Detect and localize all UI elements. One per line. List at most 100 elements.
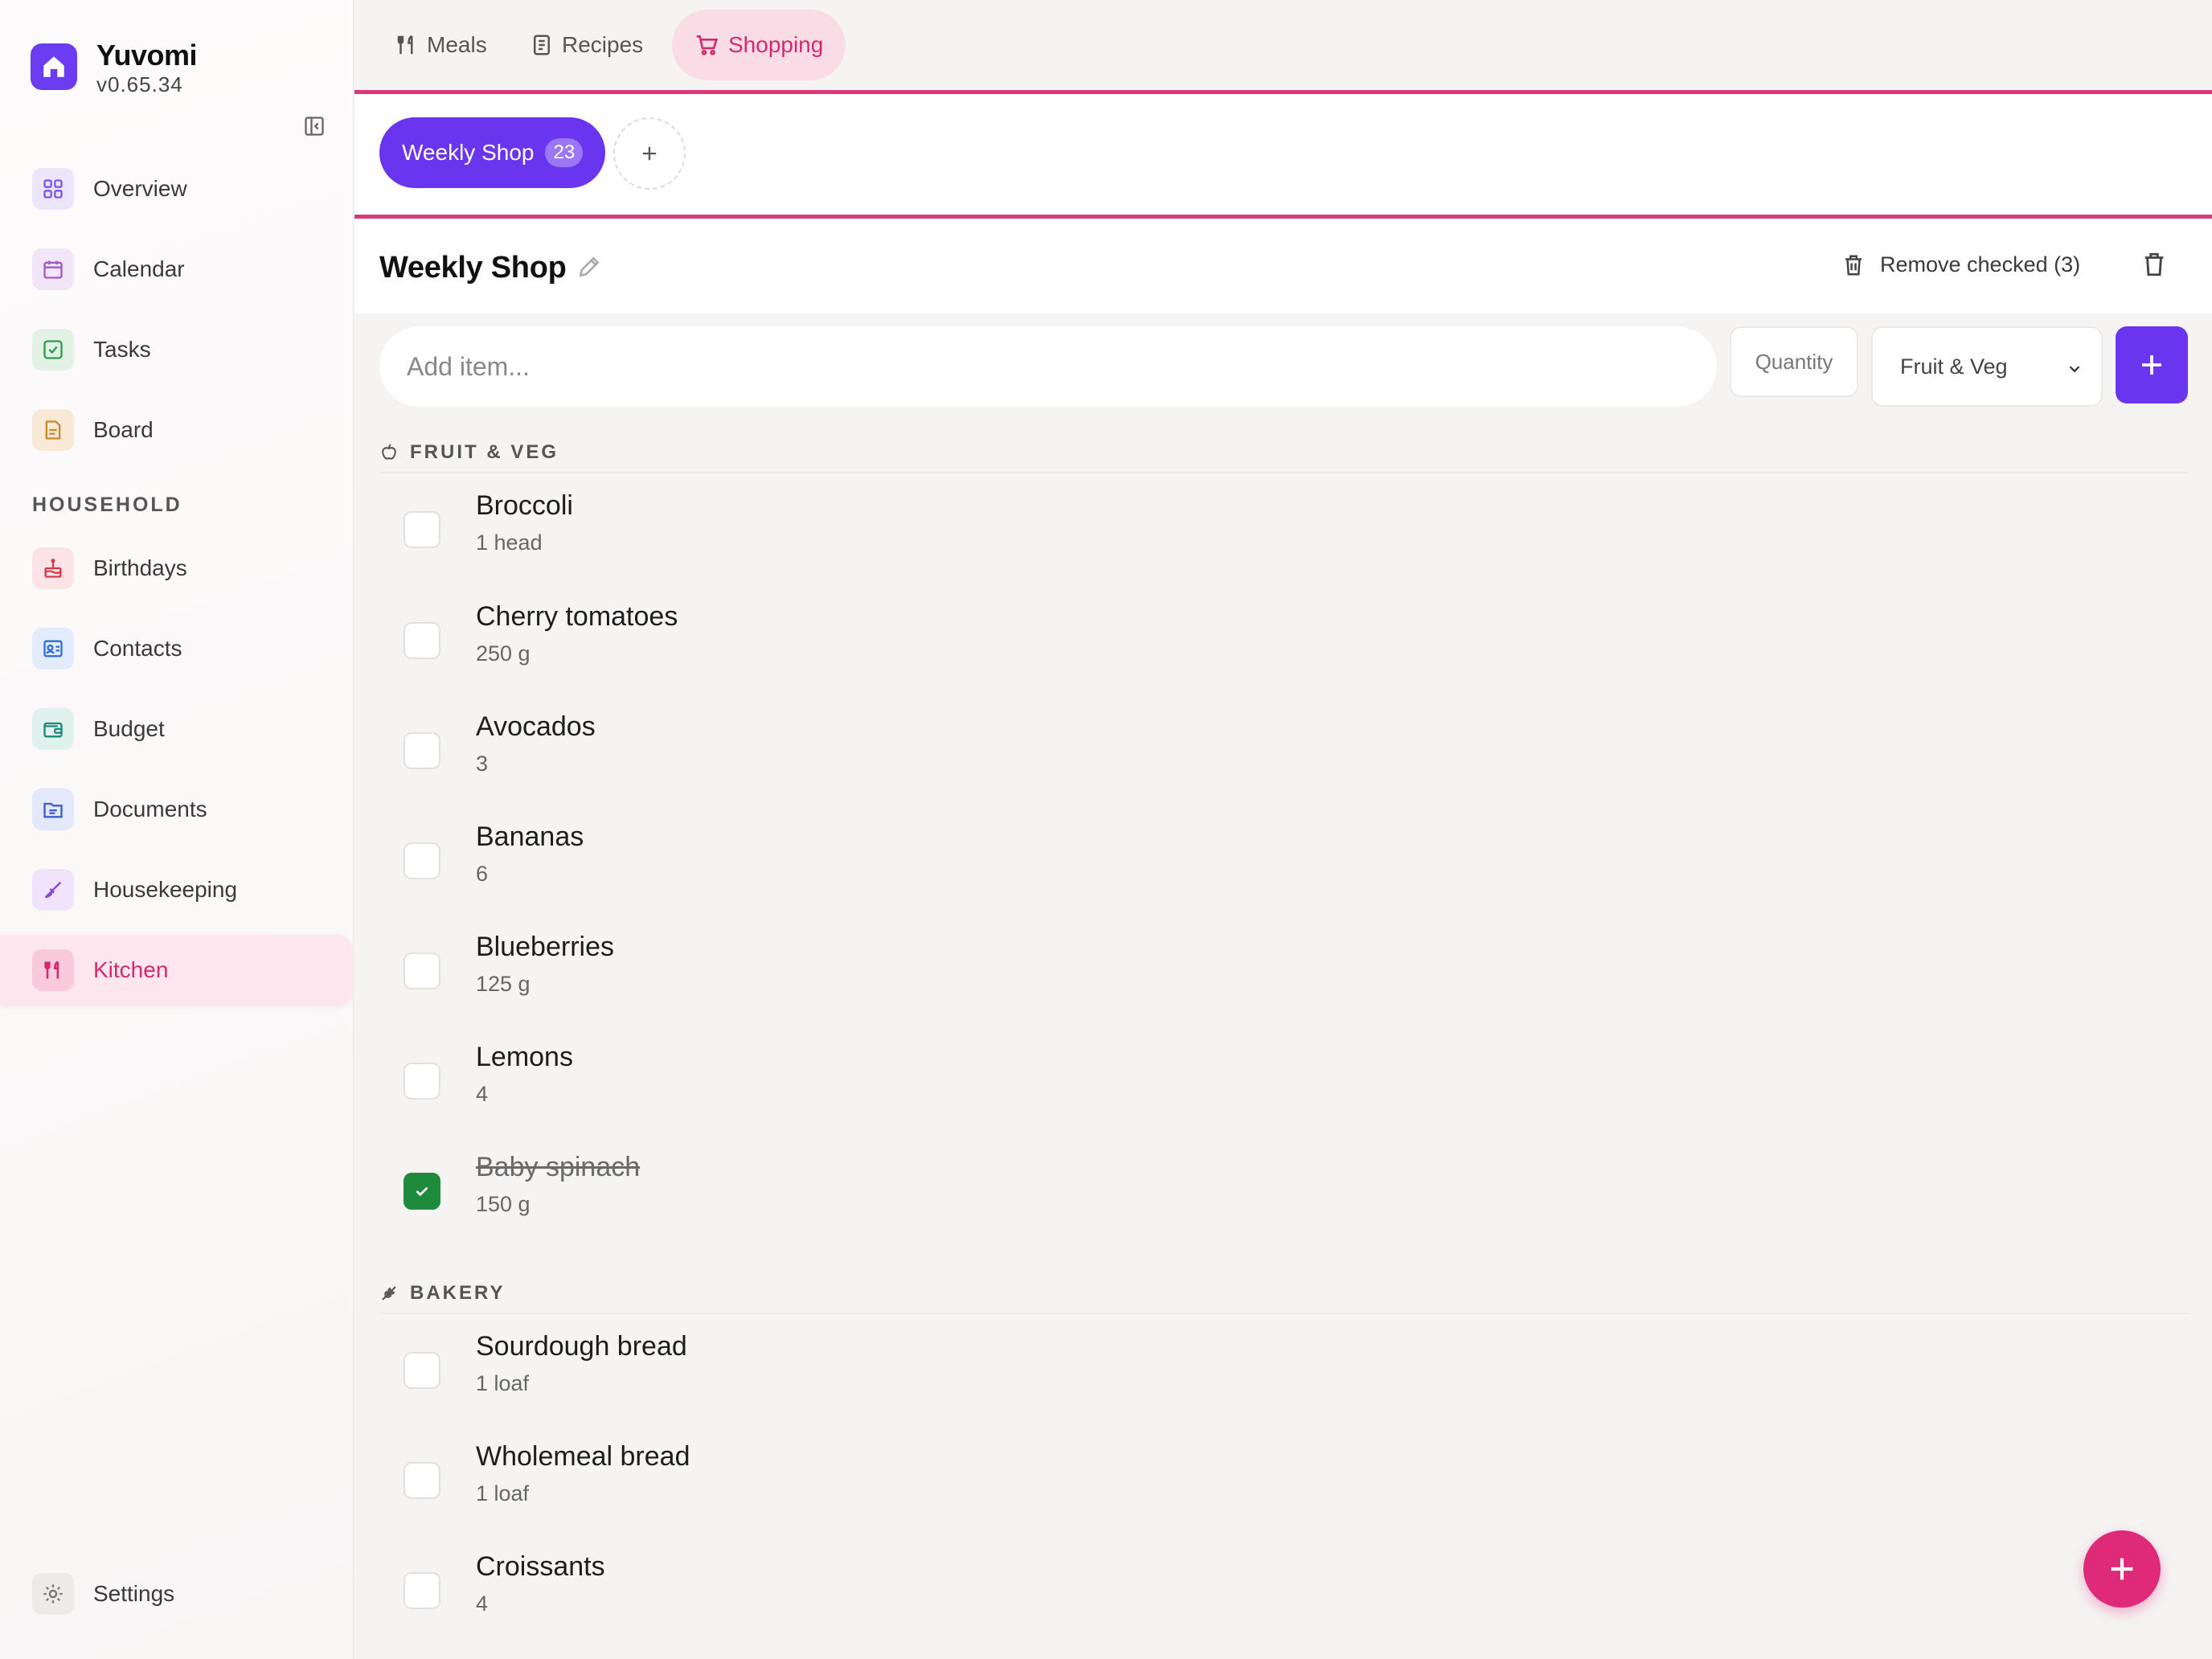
remove-checked-button[interactable]: Remove checked (3) — [1841, 252, 2080, 277]
sidebar-item-overview[interactable]: Overview — [0, 154, 352, 224]
list-item: Baby spinach 150 g — [379, 1137, 2188, 1247]
tab-label: Shopping — [728, 32, 824, 57]
sidebar-item-calendar[interactable]: Calendar — [0, 234, 352, 305]
item-checkbox[interactable] — [403, 511, 440, 548]
list-item: Avocados 3 — [379, 697, 2188, 806]
plus-icon — [2137, 350, 2166, 379]
sidebar-item-birthdays[interactable]: Birthdays — [0, 533, 352, 604]
list-item: Cherry tomatoes 250 g — [379, 587, 2188, 696]
category-name: BAKERY — [410, 1282, 506, 1304]
category-name: FRUIT & VEG — [410, 441, 559, 463]
tab-recipes[interactable]: Recipes — [507, 10, 666, 80]
list-title: Weekly Shop — [379, 251, 567, 285]
quantity-input[interactable]: Quantity — [1730, 326, 1858, 397]
list-count-badge: 23 — [545, 138, 584, 167]
sidebar-item-contacts[interactable]: Contacts — [0, 613, 352, 684]
sidebar-item-label: Kitchen — [93, 957, 169, 982]
tab-label: Meals — [427, 32, 487, 57]
floating-add-button[interactable] — [2083, 1530, 2161, 1608]
list-item: Broccoli 1 head — [379, 476, 2188, 585]
item-quantity: 3 — [476, 752, 489, 776]
item-checkbox[interactable] — [403, 842, 440, 879]
sidebar: Yuvomi v0.65.34 Overview Calendar Tasks … — [0, 0, 354, 1659]
item-quantity: 1 head — [476, 530, 543, 555]
item-checkbox[interactable] — [403, 1462, 440, 1499]
folder-icon — [32, 789, 74, 830]
sidebar-item-board[interactable]: Board — [0, 395, 352, 465]
wallet-icon — [32, 708, 74, 750]
sidebar-item-label: Housekeeping — [93, 877, 238, 902]
list-header: Weekly Shop Remove checked (3) — [354, 219, 2212, 313]
sidebar-item-label: Birthdays — [93, 555, 187, 580]
list-item: Croissants 4 — [379, 1537, 2188, 1646]
brush-icon — [32, 869, 74, 911]
section-label-household: HOUSEHOLD — [32, 494, 182, 516]
item-checkbox[interactable] — [403, 622, 440, 659]
utensils-icon — [32, 949, 74, 991]
tab-shopping[interactable]: Shopping — [672, 10, 846, 80]
grid-icon — [32, 168, 74, 210]
add-item-button[interactable] — [2116, 326, 2188, 403]
sidebar-item-label: Tasks — [93, 337, 151, 362]
pencil-icon[interactable] — [576, 254, 602, 280]
check-icon — [412, 1181, 432, 1202]
list-item: Sourdough bread 1 loaf — [379, 1317, 2188, 1426]
item-checkbox[interactable] — [403, 732, 440, 769]
kitchen-tabs: Meals Recipes Shopping — [354, 0, 2212, 90]
remove-checked-label: Remove checked (3) — [1880, 252, 2081, 276]
add-item-input[interactable]: Add item... — [379, 326, 1717, 407]
sidebar-item-label: Board — [93, 417, 154, 442]
contact-card-icon — [32, 628, 74, 670]
sidebar-item-settings[interactable]: Settings — [0, 1559, 352, 1629]
calendar-icon — [32, 248, 74, 290]
item-name: Blueberries — [476, 932, 614, 962]
trash-icon — [2140, 251, 2168, 278]
sidebar-item-label: Calendar — [93, 256, 185, 281]
plus-icon — [638, 142, 661, 165]
sidebar-item-label: Settings — [93, 1581, 175, 1606]
category-select-value: Fruit & Veg — [1900, 354, 2008, 379]
item-quantity: 150 g — [476, 1192, 530, 1216]
shopping-lists-bar: Weekly Shop 23 — [354, 90, 2212, 219]
list-chip-weekly-shop[interactable]: Weekly Shop 23 — [379, 117, 606, 188]
sidebar-item-tasks[interactable]: Tasks — [0, 314, 352, 385]
delete-list-button[interactable] — [2140, 251, 2168, 278]
item-checkbox[interactable] — [403, 1352, 440, 1389]
add-list-button[interactable] — [613, 117, 686, 190]
brand: Yuvomi v0.65.34 — [31, 39, 198, 96]
collapse-sidebar-icon[interactable] — [301, 113, 328, 140]
sidebar-item-housekeeping[interactable]: Housekeeping — [0, 854, 352, 925]
plus-icon — [2106, 1553, 2138, 1585]
note-icon — [32, 409, 74, 451]
item-quantity: 1 loaf — [476, 1481, 530, 1505]
sidebar-item-label: Budget — [93, 716, 165, 741]
item-quantity: 6 — [476, 862, 489, 886]
item-checkbox[interactable] — [403, 952, 440, 989]
check-square-icon — [32, 329, 74, 371]
list-chip-label: Weekly Shop — [402, 140, 535, 165]
utensils-icon — [395, 33, 419, 57]
item-name: Sourdough bread — [476, 1331, 687, 1362]
book-icon — [530, 33, 554, 57]
item-name: Baby spinach — [476, 1152, 641, 1182]
item-quantity: 4 — [476, 1591, 489, 1616]
category-header-fruit-veg: FRUIT & VEG — [379, 433, 2188, 473]
item-name: Croissants — [476, 1551, 605, 1582]
list-item: Lemons 4 — [379, 1027, 2188, 1137]
category-select[interactable]: Fruit & Veg — [1871, 326, 2103, 407]
home-logo-icon — [31, 43, 77, 90]
item-checkbox[interactable] — [403, 1572, 440, 1609]
item-name: Avocados — [476, 711, 596, 742]
item-checkbox[interactable] — [403, 1063, 440, 1100]
list-item: Wholemeal bread 1 loaf — [379, 1427, 2188, 1536]
tab-meals[interactable]: Meals — [372, 10, 510, 80]
item-checkbox-checked[interactable] — [403, 1173, 440, 1210]
sidebar-item-budget[interactable]: Budget — [0, 694, 352, 764]
sidebar-item-documents[interactable]: Documents — [0, 774, 352, 845]
wheat-icon — [379, 1284, 399, 1303]
item-name: Bananas — [476, 821, 584, 852]
tab-label: Recipes — [562, 32, 644, 57]
sidebar-item-kitchen[interactable]: Kitchen — [0, 935, 352, 1006]
list-item: Blueberries 125 g — [379, 917, 2188, 1026]
app-name: Yuvomi — [96, 39, 198, 72]
